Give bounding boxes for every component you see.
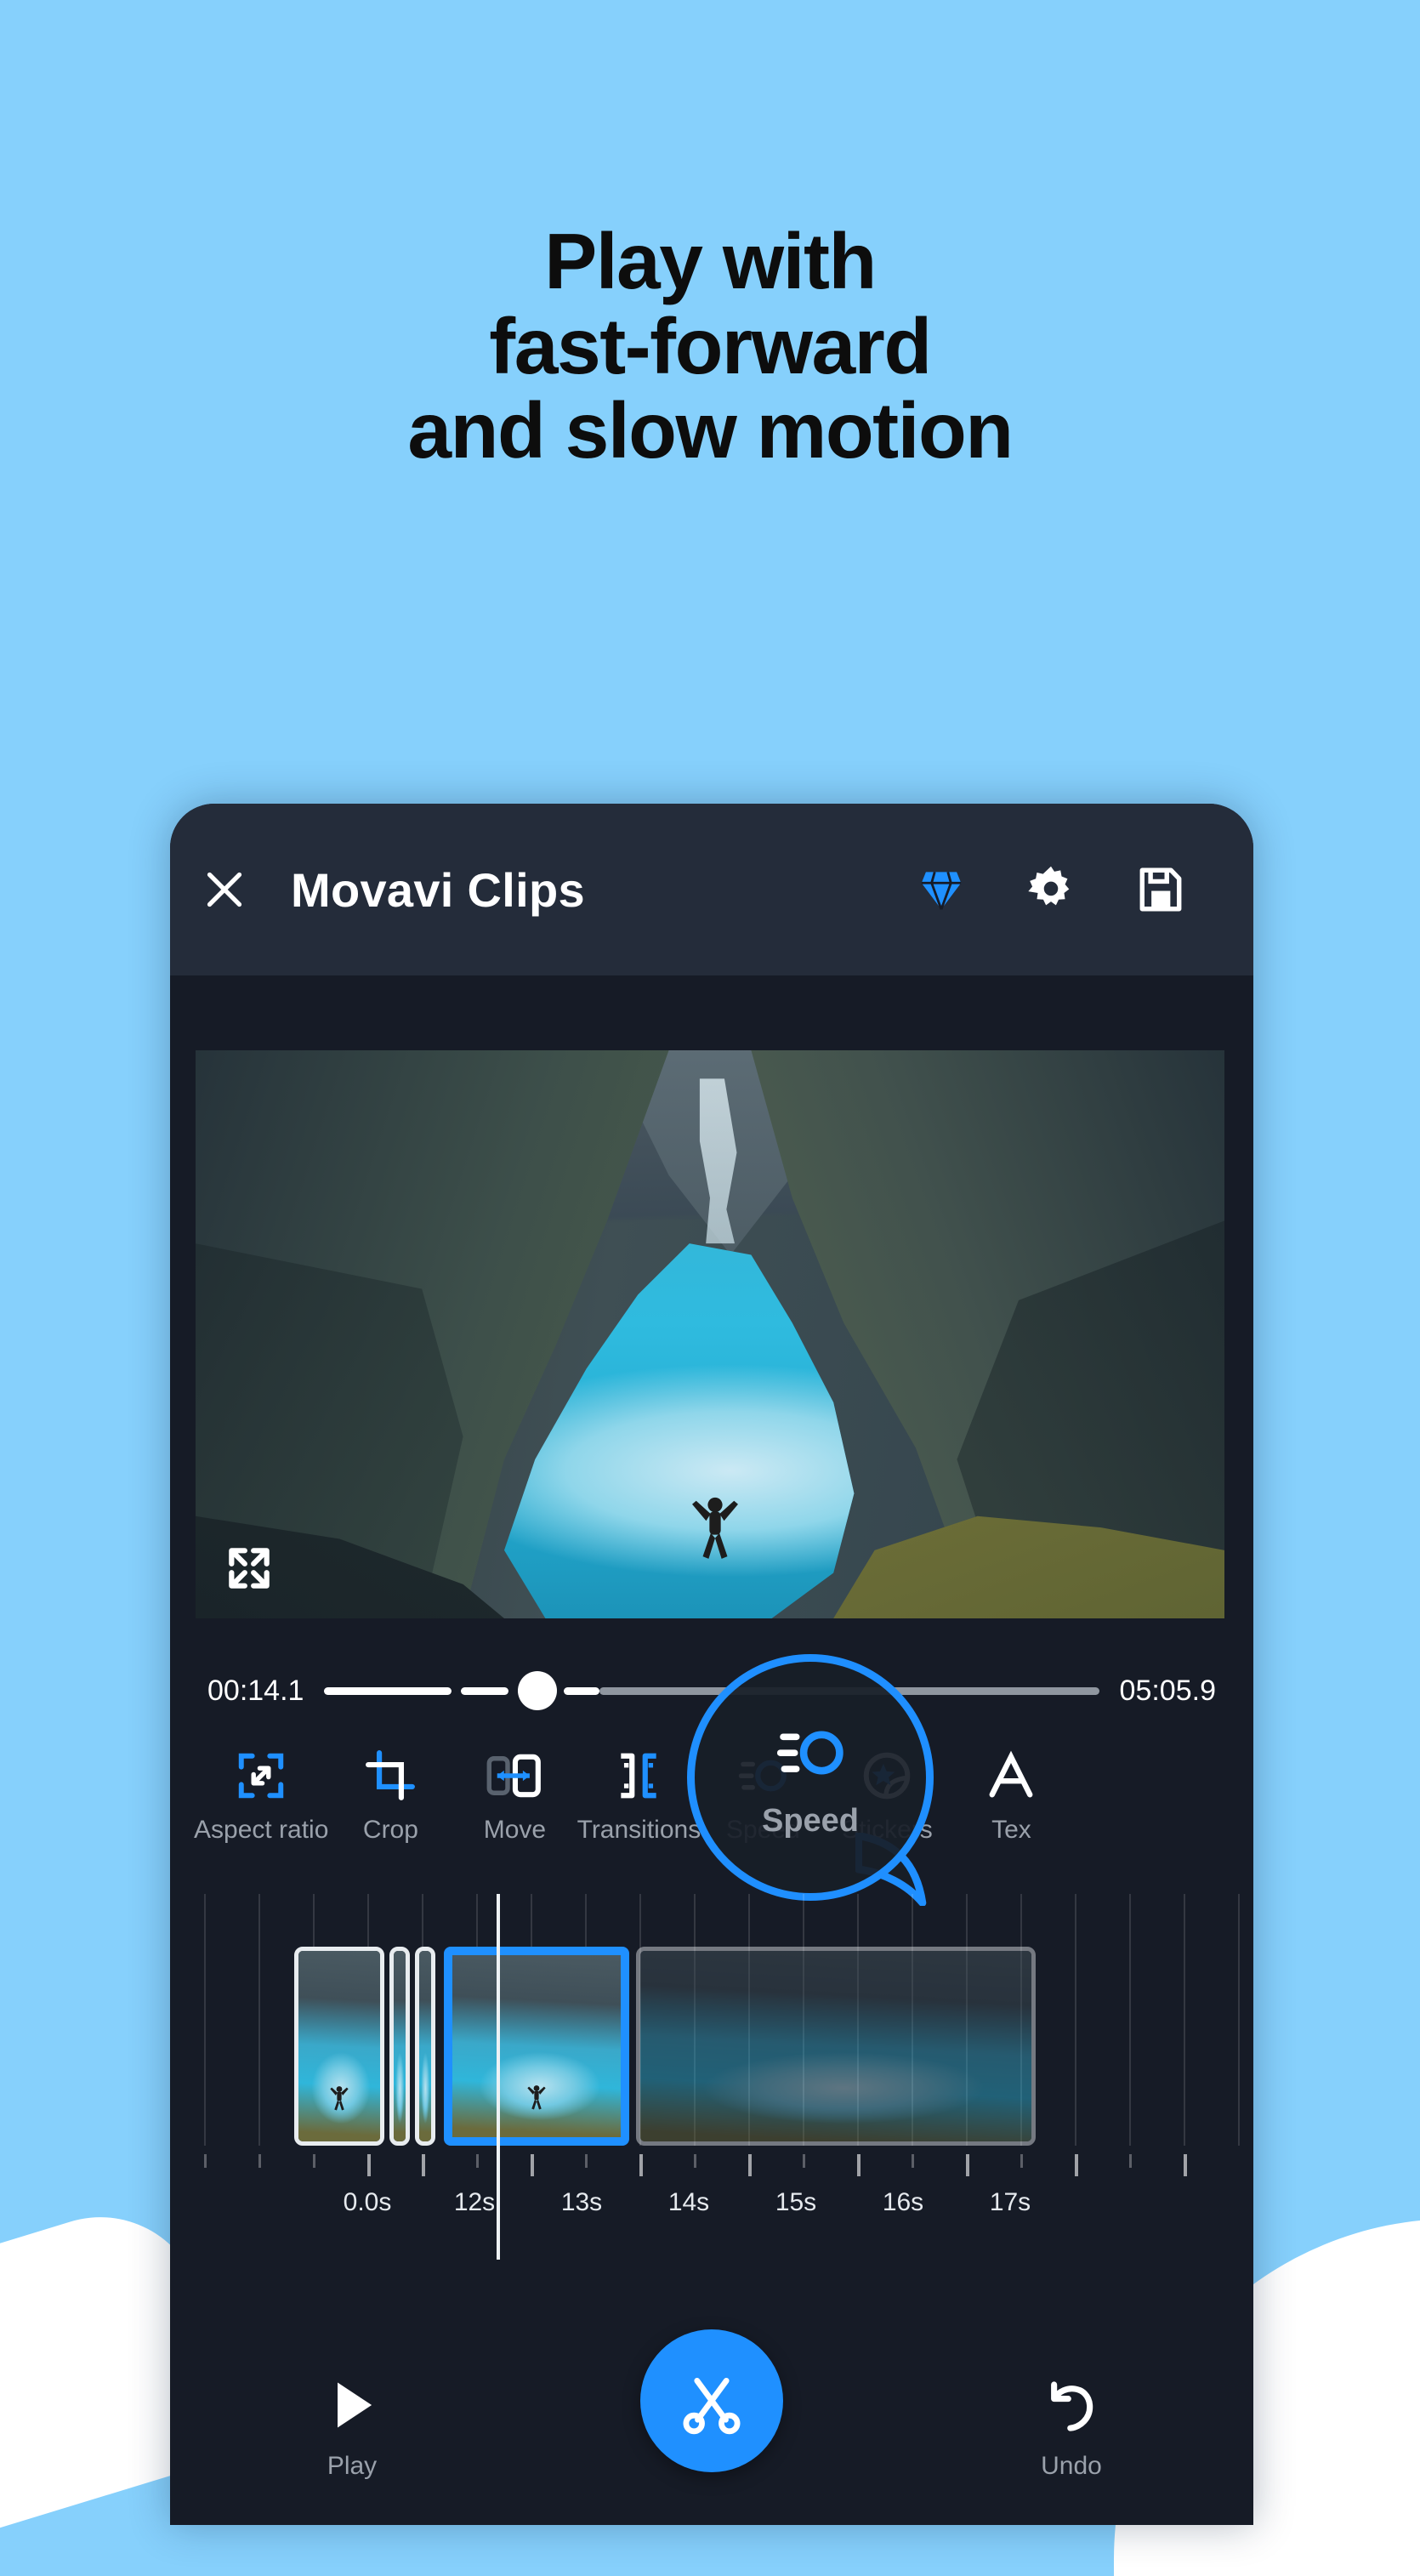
tool-label: Transitions <box>577 1816 701 1844</box>
app-title: Movavi Clips <box>291 862 585 917</box>
current-time-label: 00:14.1 <box>207 1674 304 1707</box>
ruler-tick <box>422 2154 425 2176</box>
speed-icon <box>776 1731 843 1774</box>
scrub-fill-segment <box>564 1686 600 1695</box>
scrub-gap <box>452 1687 461 1695</box>
text-icon <box>985 1748 1037 1804</box>
play-icon <box>338 2382 372 2428</box>
gear-icon <box>1028 866 1070 906</box>
timeline[interactable]: 0.0s 12s 13s 14s 15s 16s 17s <box>170 1894 1253 2260</box>
play-button[interactable]: Play <box>321 2374 383 2481</box>
timeline-clip-selected[interactable] <box>444 1947 629 2146</box>
fullscreen-icon <box>229 1548 270 1589</box>
undo-button[interactable]: Undo <box>1040 2374 1103 2481</box>
speed-callout[interactable]: Speed <box>687 1654 934 1906</box>
undo-icon <box>1051 2381 1093 2431</box>
ruler-tick <box>585 2154 588 2168</box>
headline-line-1: Play with <box>544 217 877 305</box>
ruler-label: 13s <box>560 2188 603 2216</box>
transitions-icon <box>612 1748 665 1804</box>
ruler-label: 0.0s <box>343 2188 392 2216</box>
ruler-tick <box>531 2154 534 2176</box>
ruler-label: 17s <box>989 2188 1031 2216</box>
ruler-tick <box>313 2154 315 2168</box>
cut-button[interactable] <box>640 2329 783 2472</box>
scrub-fill-segment <box>461 1686 509 1695</box>
tool-label: Aspect ratio <box>194 1816 329 1844</box>
clip-thumbnail <box>419 1951 431 2141</box>
ruler-tick <box>204 2154 207 2168</box>
ruler-label: 14s <box>667 2188 710 2216</box>
ruler-tick <box>1020 2154 1023 2168</box>
ruler-tick <box>258 2154 261 2168</box>
timeline-clip[interactable] <box>636 1947 1036 2146</box>
ruler-tick <box>748 2154 752 2176</box>
tool-crop[interactable]: Crop <box>328 1748 452 1845</box>
scrub-fill-segment <box>324 1686 452 1695</box>
diamond-icon <box>921 871 962 910</box>
header-actions <box>915 862 1253 917</box>
callout-label: Speed <box>761 1802 860 1839</box>
fullscreen-button[interactable] <box>221 1540 277 1596</box>
ruler-tick <box>966 2154 969 2176</box>
ruler-tick <box>694 2154 696 2168</box>
clip-track[interactable] <box>170 1947 1253 2146</box>
tool-aspect-ratio[interactable]: Aspect ratio <box>194 1748 328 1845</box>
headline-line-3: and slow motion <box>407 386 1014 475</box>
ruler-tick <box>1184 2154 1187 2176</box>
close-icon <box>207 872 242 907</box>
clip-thumbnail <box>640 1951 1031 2141</box>
tool-move[interactable]: Move <box>452 1748 577 1845</box>
ruler-tick <box>476 2154 479 2168</box>
scrub-gap <box>508 1687 518 1695</box>
phone-mockup: Movavi Clips 00:14.1 05:05.9 Aspect rati… <box>170 804 1253 2525</box>
timeline-clip[interactable] <box>415 1947 435 2146</box>
timeline-clip[interactable] <box>294 1947 384 2146</box>
headline: Play with fast-forward and slow motion <box>0 219 1420 474</box>
ruler-label: 16s <box>882 2188 924 2216</box>
clip-thumbnail <box>394 1951 406 2141</box>
clip-thumbnail <box>298 1951 380 2141</box>
app-header: Movavi Clips <box>170 804 1253 975</box>
tool-label: Move <box>483 1816 547 1844</box>
scrubber-handle[interactable] <box>518 1671 557 1710</box>
bottom-bar: Play Undo <box>170 2314 1253 2525</box>
ruler-tick <box>1129 2154 1132 2168</box>
clip-person-silhouette <box>330 2086 349 2111</box>
tool-text[interactable]: Tex <box>949 1748 1073 1845</box>
speed-callout-bubble[interactable]: Speed <box>687 1654 934 1901</box>
save-button[interactable] <box>1134 863 1187 916</box>
ruler-tick <box>367 2154 371 2176</box>
save-icon <box>1139 867 1182 912</box>
ruler-tick <box>857 2154 861 2176</box>
headline-line-2: fast-forward <box>489 301 932 390</box>
aspect-ratio-icon <box>235 1748 287 1804</box>
preview-person-silhouette <box>692 1497 739 1559</box>
ruler-tick <box>803 2154 805 2168</box>
play-label: Play <box>327 2452 378 2480</box>
clip-person-silhouette <box>527 2084 546 2110</box>
ruler-label: 12s <box>453 2188 496 2216</box>
ruler-tick <box>1075 2154 1078 2176</box>
timeline-clip[interactable] <box>389 1947 410 2146</box>
ruler-tick <box>912 2154 914 2168</box>
crop-icon <box>364 1748 417 1804</box>
tool-label: Tex <box>991 1816 1031 1844</box>
ruler-label: 15s <box>775 2188 817 2216</box>
ruler-tick <box>639 2154 643 2176</box>
tool-label: Crop <box>362 1816 418 1844</box>
move-icon <box>486 1748 542 1804</box>
premium-button[interactable] <box>915 863 968 916</box>
scissors-icon <box>683 2377 741 2435</box>
close-button[interactable] <box>170 864 279 915</box>
timeline-ruler: 0.0s 12s 13s 14s 15s 16s 17s <box>170 2154 1253 2260</box>
settings-button[interactable] <box>1024 862 1078 917</box>
total-time-label: 05:05.9 <box>1119 1674 1216 1707</box>
undo-label: Undo <box>1041 2452 1102 2480</box>
video-preview[interactable] <box>196 1050 1224 1618</box>
tool-transitions[interactable]: Transitions <box>577 1748 701 1845</box>
